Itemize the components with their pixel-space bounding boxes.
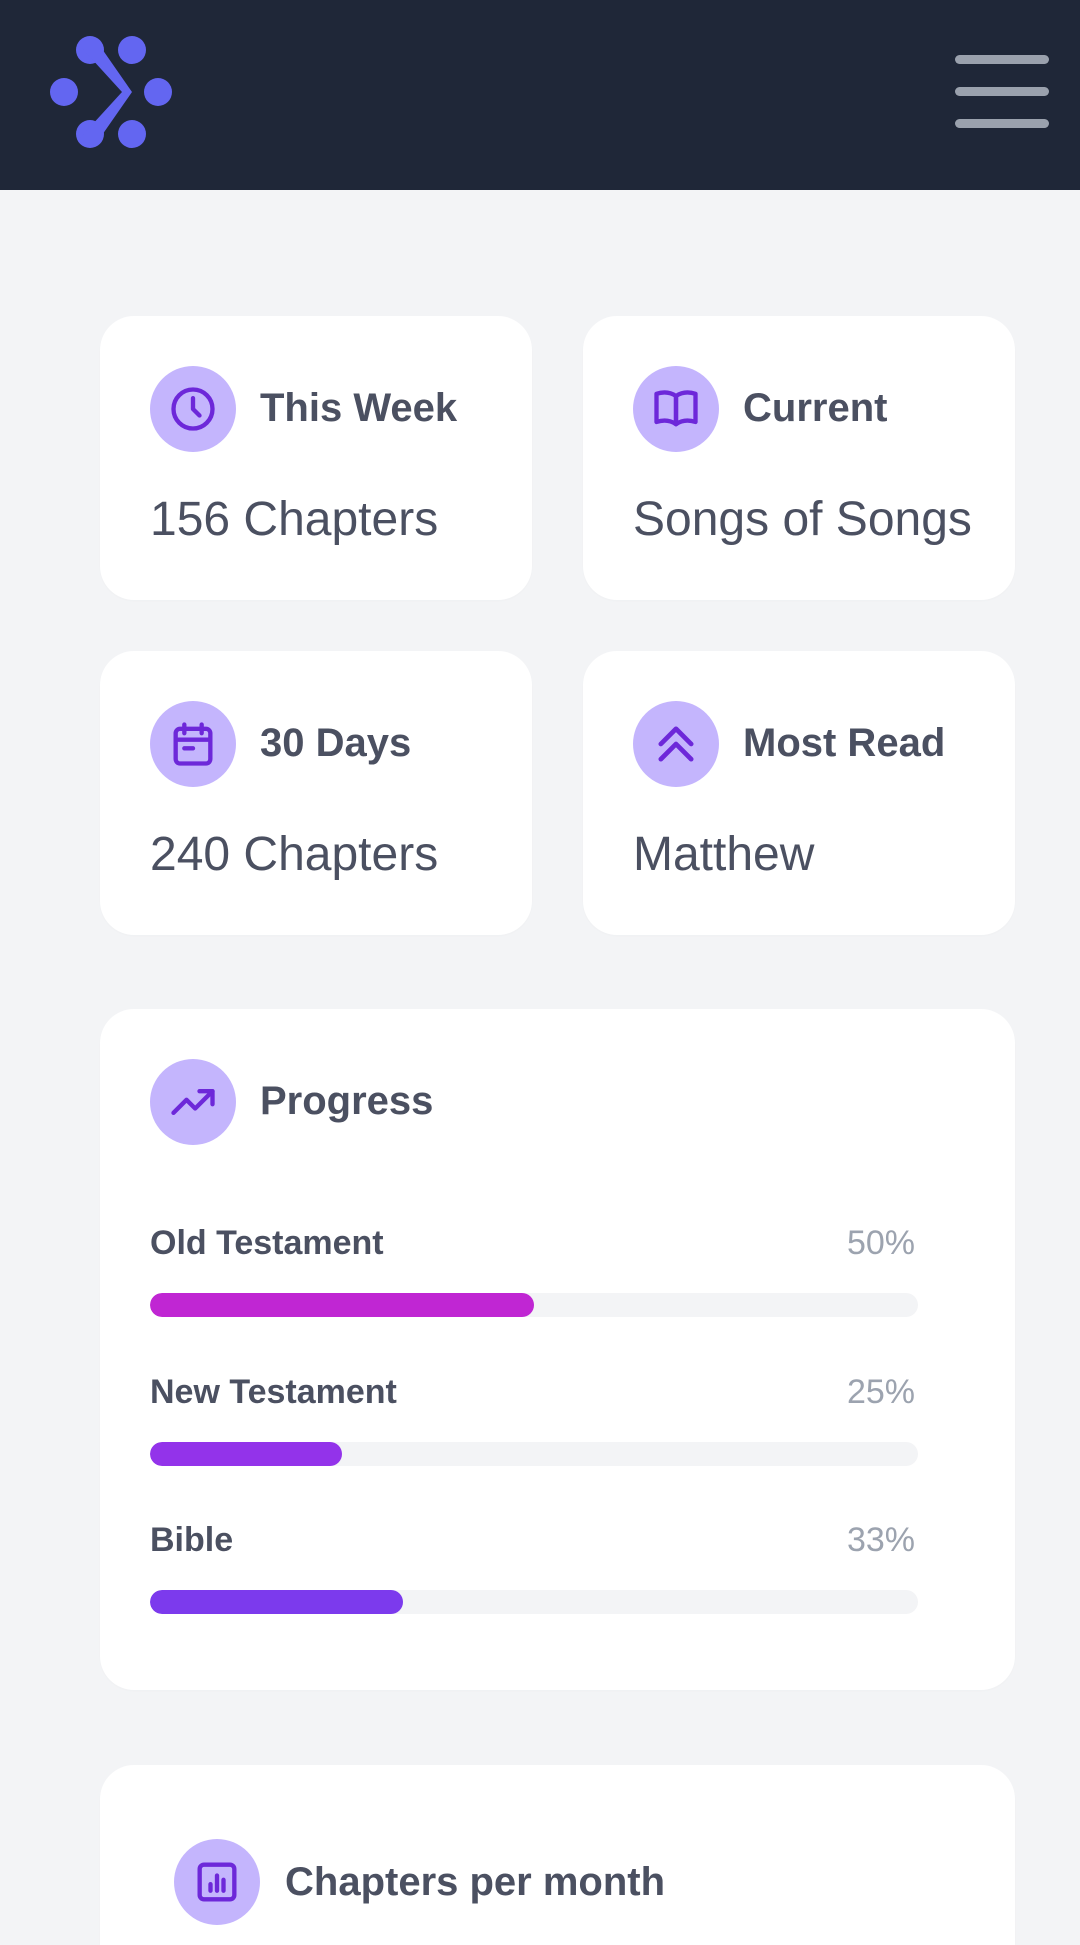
stat-card-30-days: 30 Days 240 Chapters bbox=[100, 651, 532, 935]
progress-label-new-testament: New Testament bbox=[150, 1373, 397, 1411]
stat-card-current: Current Songs of Songs bbox=[583, 316, 1015, 600]
progress-bar-bible bbox=[150, 1590, 918, 1614]
trending-up-icon bbox=[150, 1059, 236, 1145]
stat-value: Songs of Songs bbox=[633, 493, 972, 546]
book-open-icon bbox=[633, 366, 719, 452]
progress-label-old-testament: Old Testament bbox=[150, 1224, 384, 1262]
progress-percent-new-testament: 25% bbox=[846, 1373, 915, 1411]
hamburger-menu-icon[interactable] bbox=[955, 52, 1051, 132]
stat-value: 240 Chapters bbox=[150, 828, 439, 881]
progress-percent-bible: 33% bbox=[846, 1521, 915, 1559]
progress-title: Progress bbox=[260, 1079, 434, 1123]
progress-bar-old-testament bbox=[150, 1293, 918, 1317]
progress-fill-old-testament bbox=[150, 1293, 534, 1317]
progress-fill-new-testament bbox=[150, 1442, 342, 1466]
stat-title: This Week bbox=[260, 386, 458, 430]
stat-card-most-read: Most Read Matthew bbox=[583, 651, 1015, 935]
bar-chart-icon bbox=[174, 1839, 260, 1925]
progress-card: Progress Old Testament 50% New Testament… bbox=[100, 1009, 1015, 1690]
stat-title: 30 Days bbox=[260, 721, 412, 765]
stat-value: 156 Chapters bbox=[150, 493, 439, 546]
chevrons-up-icon bbox=[633, 701, 719, 787]
progress-label-bible: Bible bbox=[150, 1521, 234, 1559]
top-bar bbox=[0, 0, 1080, 190]
progress-bar-new-testament bbox=[150, 1442, 918, 1466]
stat-card-this-week: This Week 156 Chapters bbox=[100, 316, 532, 600]
stat-title: Most Read bbox=[743, 721, 946, 765]
app-logo[interactable] bbox=[50, 36, 174, 148]
progress-fill-bible bbox=[150, 1590, 404, 1614]
chapters-per-month-card: Chapters per month bbox=[100, 1765, 1015, 1945]
clock-icon bbox=[150, 366, 236, 452]
chapters-per-month-title: Chapters per month bbox=[285, 1860, 666, 1904]
progress-percent-old-testament: 50% bbox=[846, 1224, 915, 1262]
stat-title: Current bbox=[743, 386, 888, 430]
calendar-icon bbox=[150, 701, 236, 787]
stat-value: Matthew bbox=[633, 828, 815, 881]
